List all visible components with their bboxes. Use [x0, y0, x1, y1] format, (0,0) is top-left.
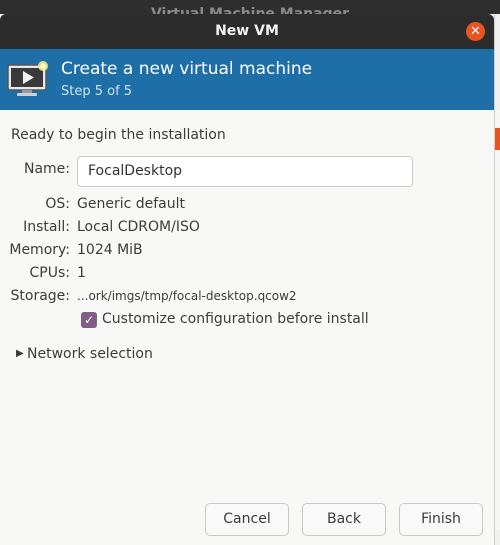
dialog-content: Ready to begin the installation Name: Fo…: [0, 110, 494, 545]
storage-row: Storage: ...ork/imgs/tmp/focal-desktop.q…: [0, 288, 494, 310]
storage-label: Storage:: [10, 288, 71, 304]
cpus-row: CPUs: 1: [0, 265, 494, 287]
vm-monitor-icon: [7, 61, 48, 96]
dialog-titlebar[interactable]: New VM ✕: [0, 14, 494, 49]
install-label: Install:: [23, 219, 70, 235]
new-vm-dialog: New VM ✕ Create a new virtual machine St…: [0, 14, 495, 545]
customize-checkbox-label[interactable]: Customize configuration before install: [102, 311, 369, 327]
background-window-title: Virtual Machine Manager: [0, 0, 500, 14]
cancel-button[interactable]: Cancel: [205, 503, 289, 536]
os-row: OS: Generic default: [0, 196, 494, 218]
os-label: OS:: [45, 196, 70, 212]
dialog-title: New VM: [215, 23, 279, 39]
cpus-value: 1: [77, 265, 86, 281]
expander-arrow-icon[interactable]: ▶: [16, 348, 24, 359]
memory-row: Memory: 1024 MiB: [0, 242, 494, 264]
wizard-banner: Create a new virtual machine Step 5 of 5: [0, 49, 494, 110]
memory-label: Memory:: [9, 242, 70, 258]
install-row: Install: Local CDROM/ISO: [0, 219, 494, 241]
cpus-label: CPUs:: [29, 265, 70, 281]
memory-value: 1024 MiB: [77, 242, 143, 258]
os-value: Generic default: [77, 196, 186, 212]
banner-step: Step 5 of 5: [61, 84, 133, 99]
customize-checkbox[interactable]: ✓: [81, 312, 97, 328]
network-selection-label[interactable]: Network selection: [27, 346, 153, 362]
name-input[interactable]: FocalDesktop: [77, 156, 413, 187]
name-label: Name:: [23, 161, 70, 177]
close-icon[interactable]: ✕: [466, 22, 485, 41]
finish-button[interactable]: Finish: [399, 503, 483, 536]
storage-value: ...ork/imgs/tmp/focal-desktop.qcow2: [77, 289, 297, 303]
ready-text: Ready to begin the installation: [11, 127, 226, 143]
banner-heading: Create a new virtual machine: [61, 59, 313, 79]
install-value: Local CDROM/ISO: [77, 219, 200, 235]
back-button[interactable]: Back: [302, 503, 386, 536]
